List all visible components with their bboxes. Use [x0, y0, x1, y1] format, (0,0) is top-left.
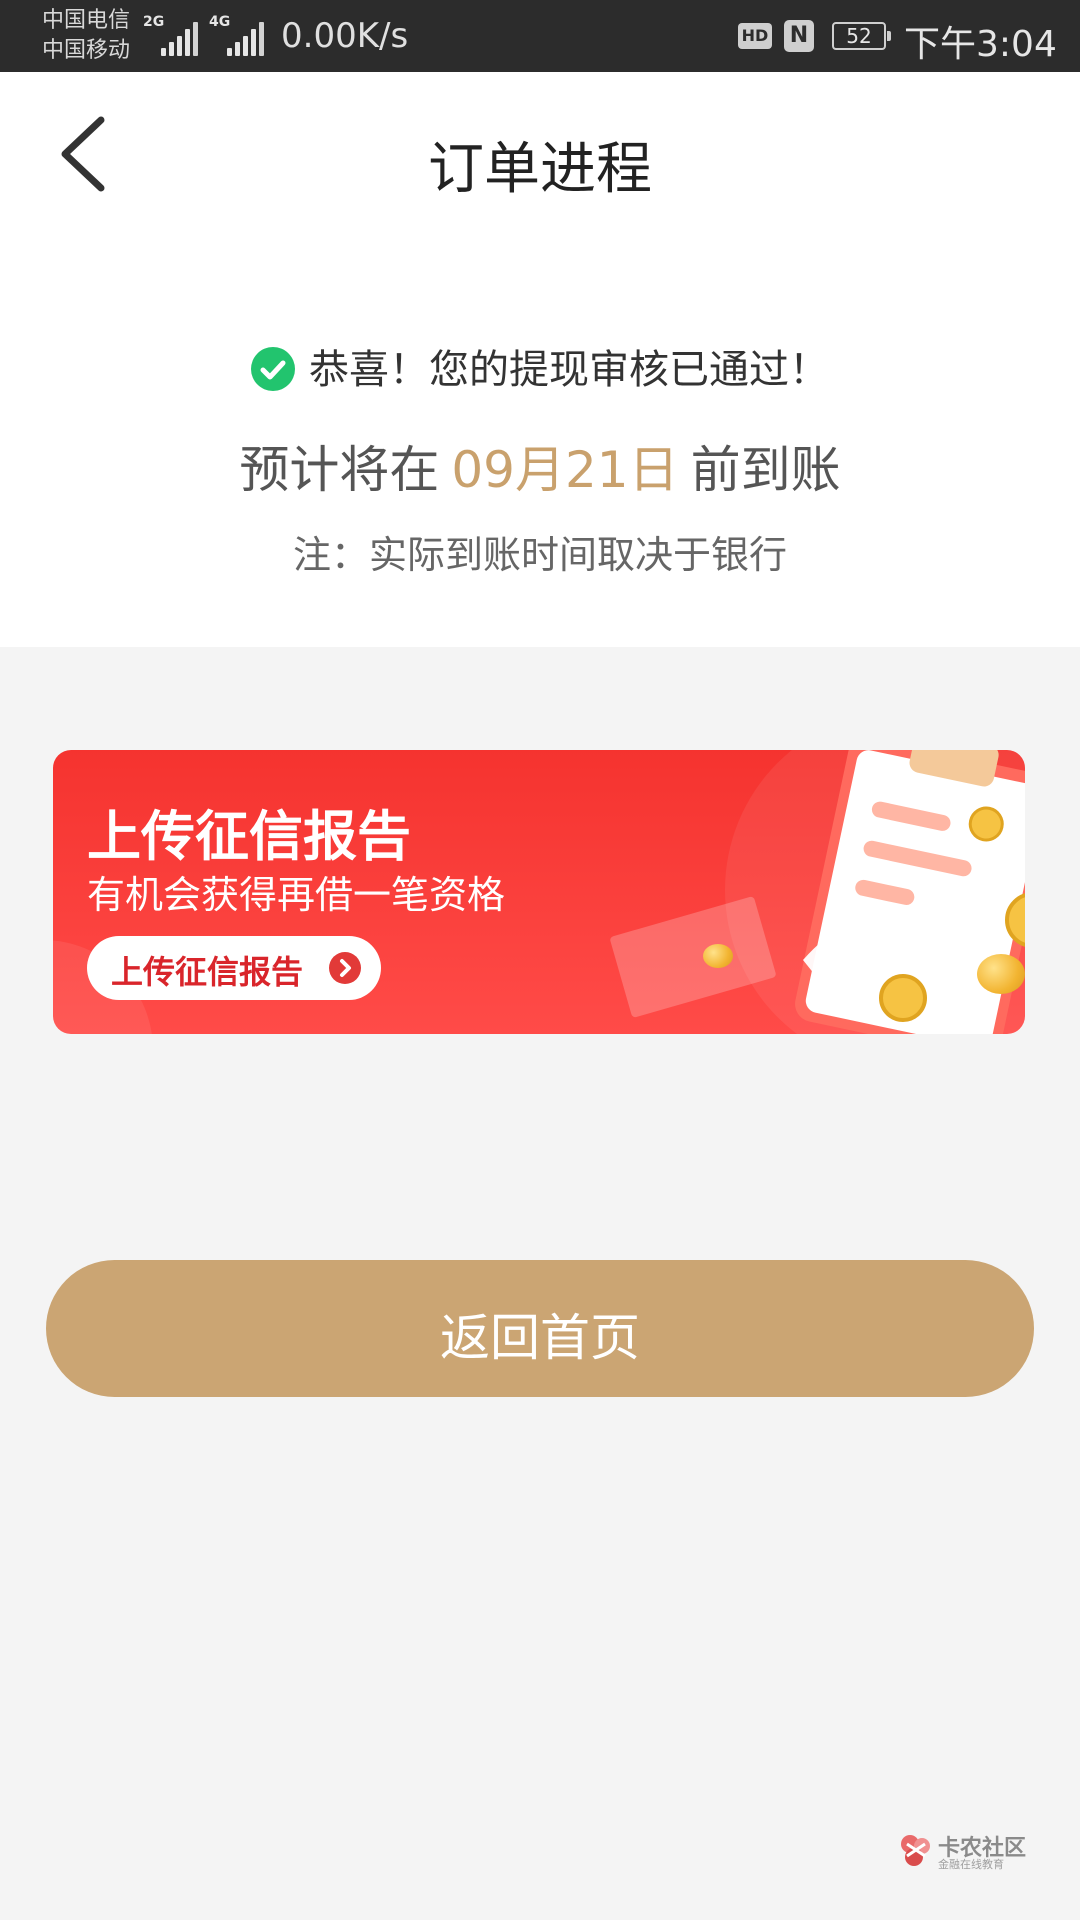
banner-title: 上传征信报告	[87, 805, 411, 868]
banner-subtitle: 有机会获得再借一笔资格	[87, 873, 506, 917]
carrier-2: 中国移动	[42, 38, 131, 63]
return-home-label: 返回首页	[440, 1309, 640, 1367]
eta-date: 09月21日	[451, 441, 679, 499]
check-circle-icon	[251, 347, 295, 391]
success-message: 恭喜！您的提现审核已通过！	[309, 347, 829, 393]
clipboard-illustration: ¥	[795, 750, 1025, 1034]
bank-note: 注：实际到账时间取决于银行	[292, 533, 787, 577]
eta-suffix: 前到账	[690, 441, 841, 499]
nfc-icon: N	[784, 20, 814, 52]
eta-prefix: 预计将在	[239, 441, 440, 499]
hd-icon: HD	[738, 23, 772, 49]
eta-row: 预计将在 09月21日 前到账	[0, 430, 1080, 502]
upload-report-label: 上传征信报告	[111, 953, 304, 991]
header: 订单进程 恭喜！您的提现审核已通过！ 预计将在 09月21日 前到账 注：实际到账时…	[0, 72, 1080, 647]
carrier-1: 中国电信	[42, 8, 131, 33]
credit-report-banner[interactable]: ¥ 上传征信报告 有机会获得再借一笔资格 上传征信报告	[53, 750, 1025, 1034]
battery-icon: 52	[832, 22, 891, 50]
coin-illustration	[703, 944, 733, 968]
coin-illustration	[977, 954, 1025, 994]
svg-text:¥: ¥	[1024, 908, 1025, 933]
watermark-tagline: 金融在线教育	[938, 1858, 1004, 1871]
upload-report-button[interactable]: 上传征信报告	[87, 936, 381, 1000]
kanong-logo-icon	[901, 1835, 930, 1866]
carrier-info: 中国电信 中国移动	[42, 6, 130, 66]
screen: 中国电信 中国移动 2G 4G 0.00K/s HD N 52 下午3:04 订…	[0, 0, 1080, 1920]
success-message-row: 恭喜！您的提现审核已通过！	[0, 337, 1080, 395]
status-time: 下午3:04	[904, 24, 1057, 65]
page-title: 订单进程	[428, 137, 652, 202]
status-bar: 中国电信 中国移动 2G 4G 0.00K/s HD N 52 下午3:04	[0, 0, 1080, 72]
return-home-button[interactable]: 返回首页	[46, 1260, 1034, 1397]
chevron-right-circle-icon	[329, 952, 361, 984]
network-speed: 0.00K/s	[281, 16, 409, 56]
watermark: 卡农社区 金融在线教育	[898, 1828, 1038, 1872]
